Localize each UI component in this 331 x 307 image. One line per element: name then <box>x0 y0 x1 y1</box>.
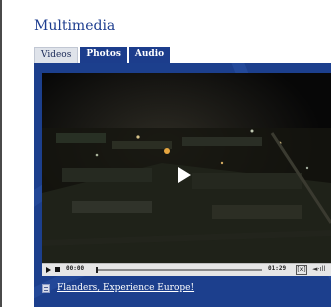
tab-photos[interactable]: Photos <box>80 47 127 63</box>
video-panel: 00:00 01:29 [x] ◄·ıll Flanders, Experien… <box>34 63 331 307</box>
play-icon[interactable] <box>178 167 191 183</box>
left-divider <box>0 0 2 307</box>
stop-button[interactable] <box>55 267 60 272</box>
widget-title: Multimedia <box>34 18 116 34</box>
seek-thumb[interactable] <box>96 267 98 273</box>
multimedia-widget: Multimedia Videos Photos Audio 00:00 01:… <box>30 12 331 307</box>
player-controls: 00:00 01:29 [x] ◄·ıll <box>42 263 331 276</box>
video-title-link[interactable]: Flanders, Experience Europe! <box>57 283 194 293</box>
document-icon <box>42 283 50 293</box>
seek-bar[interactable] <box>96 267 262 273</box>
play-button[interactable] <box>46 267 51 273</box>
video-caption: Flanders, Experience Europe! <box>42 281 194 295</box>
fullscreen-icon[interactable]: [x] <box>296 265 307 275</box>
media-tabs: Videos Photos Audio <box>34 47 172 63</box>
volume-icon[interactable]: ◄·ıll <box>312 265 325 273</box>
video-player[interactable] <box>42 73 331 263</box>
tab-videos[interactable]: Videos <box>34 47 79 63</box>
total-time: 01:29 <box>268 265 287 272</box>
current-time: 00:00 <box>66 265 85 272</box>
tab-audio[interactable]: Audio <box>128 47 171 63</box>
